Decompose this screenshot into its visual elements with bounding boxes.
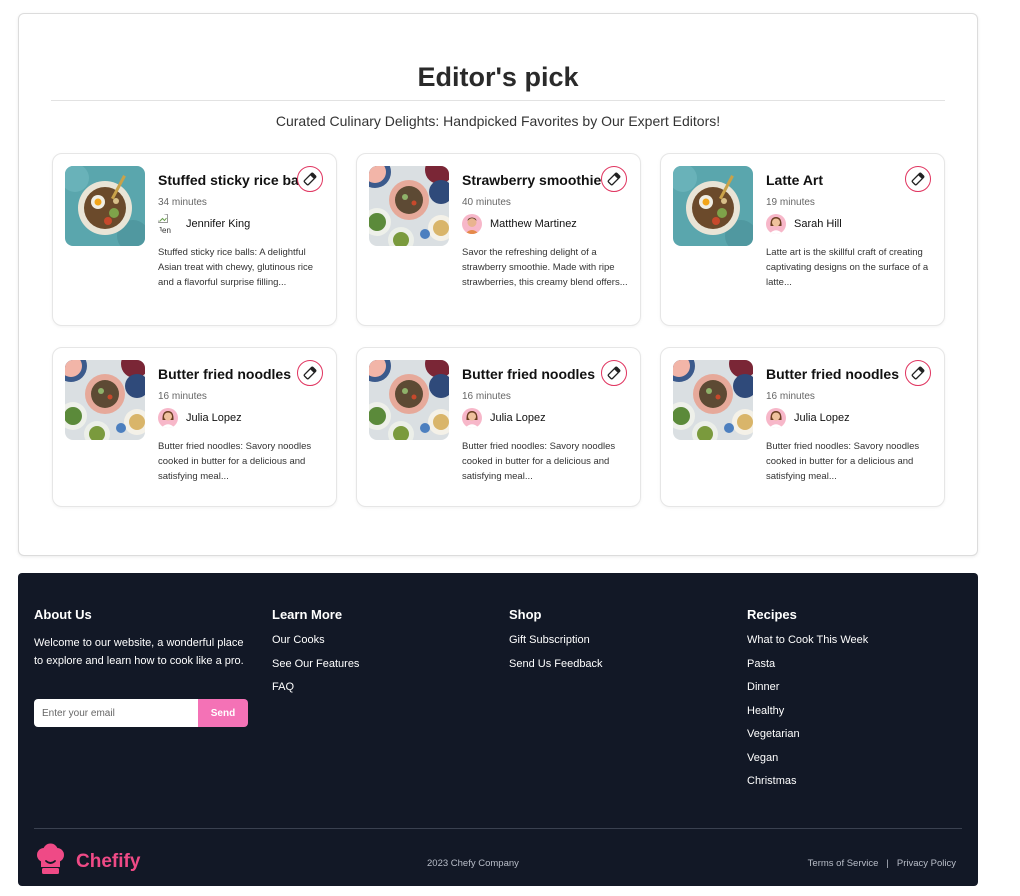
newsletter-form: Send xyxy=(34,699,248,727)
editors-pick-section: Editor's pick Curated Culinary Delights:… xyxy=(18,13,978,556)
author-name: Matthew Martinez xyxy=(490,218,577,230)
recipe-title[interactable]: Butter fried noodles xyxy=(462,366,595,382)
recipe-card[interactable]: Butter fried noodles 16 minutes Julia Lo… xyxy=(356,347,641,507)
author-name: Julia Lopez xyxy=(186,412,242,424)
footer-recipes: Recipes What to Cook This Week Pasta Din… xyxy=(747,607,868,799)
about-text: Welcome to our website, a wonderful plac… xyxy=(34,637,244,667)
save-recipe-button[interactable] xyxy=(297,166,323,192)
footer-link-our-cooks[interactable]: Our Cooks xyxy=(272,634,359,646)
recipe-description: Latte art is the skillful craft of creat… xyxy=(766,247,929,288)
recipe-author: Jen Jennifer King xyxy=(158,213,250,235)
cook-time: 40 minutes xyxy=(462,197,511,208)
recipe-card[interactable]: Butter fried noodles 16 minutes Julia Lo… xyxy=(660,347,945,507)
recipes-heading: Recipes xyxy=(747,607,797,622)
recipe-description: Butter fried noodles: Savory noodles coo… xyxy=(462,441,616,482)
avatar xyxy=(462,408,482,428)
section-title: Editor's pick xyxy=(417,62,579,92)
author-name: Julia Lopez xyxy=(490,412,546,424)
privacy-link[interactable]: Privacy Policy xyxy=(897,858,956,869)
save-recipe-button[interactable] xyxy=(297,360,323,386)
footer-link-pasta[interactable]: Pasta xyxy=(747,658,868,670)
chef-hat-icon xyxy=(34,843,67,881)
shop-heading: Shop xyxy=(509,607,542,622)
recipe-image[interactable] xyxy=(673,360,753,440)
avatar xyxy=(766,214,786,234)
footer-link-features[interactable]: See Our Features xyxy=(272,658,359,670)
recipe-author: Julia Lopez xyxy=(158,407,242,429)
terms-link[interactable]: Terms of Service xyxy=(808,858,879,869)
bookmark-icon xyxy=(303,366,317,380)
footer-link-christmas[interactable]: Christmas xyxy=(747,775,868,787)
bookmark-icon xyxy=(607,172,621,186)
footer-learn-more: Learn More Our Cooks See Our Features FA… xyxy=(272,607,359,705)
recipe-description: Butter fried noodles: Savory noodles coo… xyxy=(158,441,312,482)
footer-link-what-to-cook[interactable]: What to Cook This Week xyxy=(747,634,868,646)
recipe-card[interactable]: Stuffed sticky rice ball 34 minutes Jen … xyxy=(52,153,337,326)
avatar xyxy=(462,214,482,234)
save-recipe-button[interactable] xyxy=(601,360,627,386)
email-input[interactable] xyxy=(34,699,198,727)
recipe-description: Stuffed sticky rice balls: A delightful … xyxy=(158,247,314,288)
recipe-author: Julia Lopez xyxy=(766,407,850,429)
cook-time: 16 minutes xyxy=(766,391,815,402)
recipe-title[interactable]: Butter fried noodles xyxy=(158,366,291,382)
footer-link-faq[interactable]: FAQ xyxy=(272,681,359,693)
section-subtitle: Curated Culinary Delights: Handpicked Fa… xyxy=(275,113,721,129)
cook-time: 16 minutes xyxy=(462,391,511,402)
recipe-author: Matthew Martinez xyxy=(462,213,577,235)
site-footer: About Us Welcome to our website, a wonde… xyxy=(18,573,978,886)
recipe-image[interactable] xyxy=(673,166,753,246)
legal-links: Terms of Service | Privacy Policy xyxy=(808,858,956,869)
recipe-title[interactable]: Strawberry smoothie xyxy=(462,172,601,188)
cook-time: 34 minutes xyxy=(158,197,207,208)
avatar: Jen xyxy=(158,214,178,234)
save-recipe-button[interactable] xyxy=(905,166,931,192)
avatar xyxy=(766,408,786,428)
about-heading: About Us xyxy=(34,607,92,622)
bookmark-icon xyxy=(911,366,925,380)
recipe-image[interactable] xyxy=(369,166,449,246)
avatar xyxy=(158,408,178,428)
cook-time: 16 minutes xyxy=(158,391,207,402)
bookmark-icon xyxy=(303,172,317,186)
footer-link-vegetarian[interactable]: Vegetarian xyxy=(747,728,868,740)
recipe-title[interactable]: Latte Art xyxy=(766,172,823,188)
footer-divider xyxy=(34,828,962,829)
recipe-title[interactable]: Butter fried noodles xyxy=(766,366,899,382)
recipe-description: Savor the refreshing delight of a strawb… xyxy=(462,247,628,288)
copyright-text: 2023 Chefy Company xyxy=(427,858,519,869)
bookmark-icon xyxy=(911,172,925,186)
learn-more-heading: Learn More xyxy=(272,607,343,622)
recipe-author: Sarah Hill xyxy=(766,213,842,235)
section-divider xyxy=(51,100,945,101)
send-button[interactable]: Send xyxy=(198,699,248,727)
save-recipe-button[interactable] xyxy=(905,360,931,386)
footer-shop: Shop Gift Subscription Send Us Feedback xyxy=(509,607,603,681)
recipe-card[interactable]: Strawberry smoothie 40 minutes Matthew M… xyxy=(356,153,641,326)
brand-logo[interactable]: Chefify xyxy=(34,843,140,881)
footer-link-vegan[interactable]: Vegan xyxy=(747,752,868,764)
recipe-image[interactable] xyxy=(369,360,449,440)
recipe-author: Julia Lopez xyxy=(462,407,546,429)
cook-time: 19 minutes xyxy=(766,197,815,208)
footer-about: About Us Welcome to our website, a wonde… xyxy=(34,607,254,670)
recipe-image[interactable] xyxy=(65,166,145,246)
recipe-title[interactable]: Stuffed sticky rice ball xyxy=(158,172,307,188)
author-name: Julia Lopez xyxy=(794,412,850,424)
legal-separator: | xyxy=(886,858,889,869)
recipe-card[interactable]: Latte Art 19 minutes Sarah Hill Latte ar… xyxy=(660,153,945,326)
author-name: Sarah Hill xyxy=(794,218,842,230)
footer-link-gift-subscription[interactable]: Gift Subscription xyxy=(509,634,603,646)
brand-name: Chefify xyxy=(76,851,141,872)
author-name: Jennifer King xyxy=(186,218,251,230)
recipe-card[interactable]: Butter fried noodles 16 minutes Julia Lo… xyxy=(52,347,337,507)
footer-link-dinner[interactable]: Dinner xyxy=(747,681,868,693)
bookmark-icon xyxy=(607,366,621,380)
footer-link-healthy[interactable]: Healthy xyxy=(747,705,868,717)
recipe-image[interactable] xyxy=(65,360,145,440)
footer-link-feedback[interactable]: Send Us Feedback xyxy=(509,658,603,670)
save-recipe-button[interactable] xyxy=(601,166,627,192)
svg-text:Jen: Jen xyxy=(158,226,171,234)
recipe-description: Butter fried noodles: Savory noodles coo… xyxy=(766,441,920,482)
